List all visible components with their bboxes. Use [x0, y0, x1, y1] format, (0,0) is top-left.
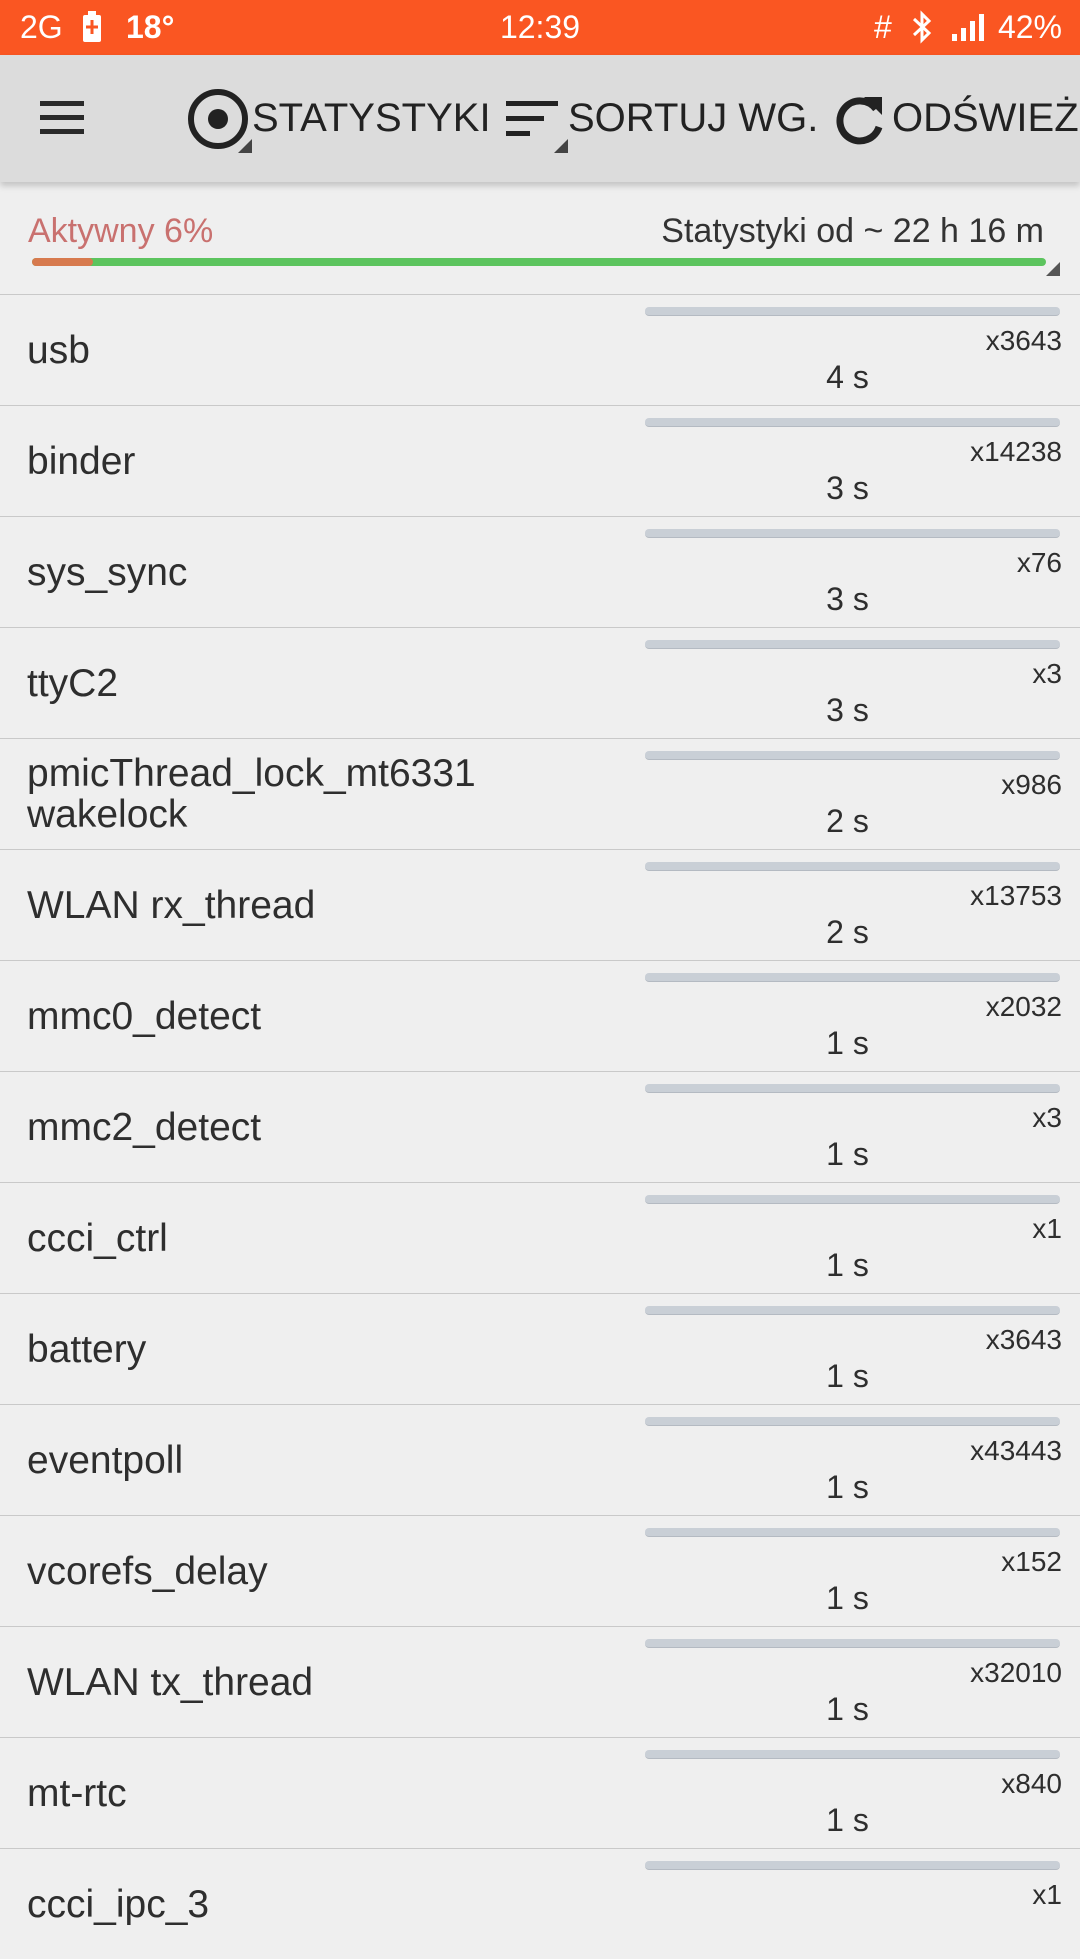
wakelock-time-bar	[645, 1639, 1060, 1648]
active-time-bar	[32, 258, 1046, 266]
status-bar: 2G 18° 12:39 # 42%	[0, 0, 1080, 55]
wakelock-name: mmc2_detect	[27, 1105, 262, 1149]
wakelock-count: x76	[1016, 547, 1062, 578]
list-item[interactable]: vcorefs_delay x152 1 s	[0, 1515, 1080, 1626]
wakelock-duration: 1 s	[826, 1025, 869, 1061]
wakelock-duration: 3 s	[826, 692, 869, 728]
wakelock-name: binder	[27, 439, 136, 483]
active-percentage: Aktywny 6%	[28, 212, 214, 250]
list-item[interactable]: sys_sync x76 3 s	[0, 516, 1080, 627]
wakelock-count: x3	[1032, 1102, 1062, 1133]
wakelock-list: usb x3643 4 s binder x14238 3 s sys_sync x76 3 s…	[0, 294, 1080, 1959]
wakelock-count: x3643	[985, 325, 1062, 356]
sort-by-label: SORTUJ WG.	[568, 96, 819, 140]
refresh-icon	[830, 87, 890, 151]
list-item[interactable]: ccci_ctrl x1 1 s	[0, 1182, 1080, 1293]
wakelock-duration: 1 s	[826, 1580, 869, 1616]
sort-icon	[502, 87, 568, 153]
wakelock-duration: 2 s	[826, 914, 869, 950]
wakelock-count: x152	[1001, 1546, 1062, 1577]
wakelock-name: eventpoll	[27, 1438, 184, 1482]
wakelock-time-bar	[645, 418, 1060, 427]
bluetooth-icon	[908, 0, 936, 55]
list-item[interactable]: WLAN rx_thread x13753 2 s	[0, 849, 1080, 960]
summary-header: Aktywny 6% Statystyki od ~ 22 h 16 m	[0, 182, 1080, 294]
active-time-bar-fill	[32, 258, 93, 266]
wakelock-name: usb	[27, 328, 90, 372]
list-item[interactable]: mt-rtc x840 1 s	[0, 1737, 1080, 1848]
statistics-label: STATYSTYKI	[252, 96, 491, 140]
wakelock-count: x3	[1032, 658, 1062, 689]
wakelock-time-bar	[645, 1528, 1060, 1537]
wakelock-duration: 3 s	[826, 470, 869, 506]
wakelock-duration: 1 s	[826, 1247, 869, 1283]
stats-since-label: Statystyki od ~ 22 h 16 m	[661, 212, 1044, 250]
signal-strength-icon	[950, 0, 990, 55]
wakelock-duration: 2 s	[826, 803, 869, 839]
wakelock-name: mt-rtc	[27, 1771, 127, 1815]
wakelock-count: x32010	[970, 1657, 1062, 1688]
wakelock-name: pmicThread_lock_mt6331 wakelock	[27, 752, 476, 836]
wakelock-time-bar	[645, 1861, 1060, 1870]
wakelock-duration: 1 s	[826, 1691, 869, 1727]
list-item[interactable]: ccci_ipc_3 x1	[0, 1848, 1080, 1959]
wakelock-count: x1	[1032, 1213, 1062, 1244]
wakelock-name: mmc0_detect	[27, 994, 262, 1038]
hamburger-menu-icon[interactable]	[40, 101, 84, 135]
wakelock-time-bar	[645, 1195, 1060, 1204]
wakelock-count: x2032	[985, 991, 1062, 1022]
wakelock-name: ccci_ipc_3	[27, 1882, 210, 1926]
wakelock-duration: 1 s	[826, 1358, 869, 1394]
wakelock-time-bar	[645, 1306, 1060, 1315]
wakelock-duration: 3 s	[826, 581, 869, 617]
wakelock-time-bar	[645, 529, 1060, 538]
wakelock-duration: 1 s	[826, 1136, 869, 1172]
wakelock-name: WLAN tx_thread	[27, 1660, 314, 1704]
list-item[interactable]: mmc0_detect x2032 1 s	[0, 960, 1080, 1071]
wakelock-count: x43443	[970, 1435, 1062, 1466]
wakelock-time-bar	[645, 751, 1060, 760]
target-icon	[186, 87, 252, 153]
wakelock-time-bar	[645, 640, 1060, 649]
wakelock-name: ttyC2	[27, 661, 119, 705]
wakelock-time-bar	[645, 1750, 1060, 1759]
wakelock-time-bar	[645, 973, 1060, 982]
refresh-button[interactable]: ODŚWIEŻ	[830, 55, 1079, 182]
list-item[interactable]: mmc2_detect x3 1 s	[0, 1071, 1080, 1182]
wakelock-count: x840	[1001, 1768, 1062, 1799]
list-item[interactable]: eventpoll x43443 1 s	[0, 1404, 1080, 1515]
wakelock-time-bar	[645, 862, 1060, 871]
list-item[interactable]: binder x14238 3 s	[0, 405, 1080, 516]
wakelock-duration: 1 s	[826, 1469, 869, 1505]
wakelock-name: WLAN rx_thread	[27, 883, 316, 927]
summary-corner-mark	[1046, 262, 1060, 276]
wakelock-name: ccci_ctrl	[27, 1216, 168, 1260]
wakelock-count: x1	[1032, 1879, 1062, 1910]
wakelock-time-bar	[645, 1084, 1060, 1093]
wakelock-count: x986	[1001, 769, 1062, 800]
wakelock-count: x3643	[985, 1324, 1062, 1355]
list-item[interactable]: ttyC2 x3 3 s	[0, 627, 1080, 738]
list-item[interactable]: pmicThread_lock_mt6331 wakelock x986 2 s	[0, 738, 1080, 849]
wakelock-duration: 1 s	[826, 1802, 869, 1838]
wakelock-count: x13753	[970, 880, 1062, 911]
wakelock-time-bar	[645, 1417, 1060, 1426]
list-item[interactable]: battery x3643 1 s	[0, 1293, 1080, 1404]
wakelock-name: sys_sync	[27, 550, 188, 594]
sort-by-button[interactable]: SORTUJ WG.	[502, 55, 818, 182]
hash-indicator: #	[874, 9, 892, 45]
toolbar: STATYSTYKI SORTUJ WG. ODŚWIEŻ	[0, 55, 1080, 182]
wakelock-duration: 4 s	[826, 359, 869, 395]
wakelock-name: vcorefs_delay	[27, 1549, 268, 1593]
statistics-button[interactable]: STATYSTYKI	[186, 55, 491, 182]
wakelock-time-bar	[645, 307, 1060, 316]
refresh-label: ODŚWIEŻ	[892, 96, 1079, 140]
list-item[interactable]: WLAN tx_thread x32010 1 s	[0, 1626, 1080, 1737]
battery-percent: 42%	[997, 9, 1062, 45]
list-item[interactable]: usb x3643 4 s	[0, 294, 1080, 405]
wakelock-name: battery	[27, 1327, 147, 1371]
wakelock-count: x14238	[970, 436, 1062, 467]
